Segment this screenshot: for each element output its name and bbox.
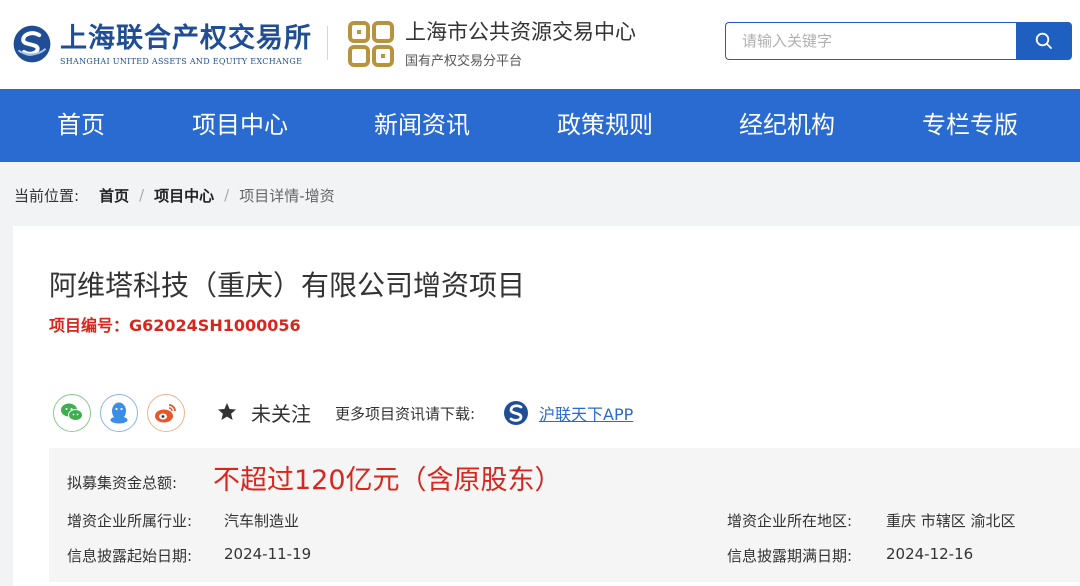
project-code: 项目编号：G62024SH1000056: [49, 316, 301, 335]
nav-item-project-center[interactable]: 项目中心: [192, 89, 288, 162]
search-icon: [1035, 32, 1052, 49]
search-input[interactable]: [725, 22, 1017, 60]
org-name-cn: 上海联合产权交易所: [60, 22, 312, 54]
nav-item-home[interactable]: 首页: [57, 89, 105, 162]
header-divider: [327, 26, 328, 60]
fund-amount-label: 拟募集资金总额:: [67, 474, 178, 492]
region-label: 增资企业所在地区:: [727, 512, 853, 530]
breadcrumb-home[interactable]: 首页: [99, 185, 129, 206]
platform-logo[interactable]: 上海市公共资源交易中心 国有产权交易分平台: [347, 16, 636, 72]
org-name-en: SHANGHAI UNITED ASSETS AND EQUITY EXCHAN…: [60, 56, 303, 66]
app-download-link[interactable]: 沪联天下APP: [503, 398, 633, 428]
main-nav: 首页 项目中心 新闻资讯 政策规则 经纪机构 专栏专版: [0, 89, 1080, 162]
app-download-label: 沪联天下APP: [539, 405, 634, 424]
follow-label: 未关注: [251, 401, 311, 426]
search-button[interactable]: [1016, 22, 1072, 60]
follow-button[interactable]: 未关注: [217, 396, 311, 428]
disclosure-start-label: 信息披露起始日期:: [67, 547, 193, 565]
sueex-logo-text: 上海联合产权交易所 SHANGHAI UNITED ASSETS AND EQU…: [60, 23, 312, 66]
breadcrumb-project-center[interactable]: 项目中心: [154, 185, 214, 206]
platform-logo-text: 上海市公共资源交易中心 国有产权交易分平台: [405, 19, 636, 69]
app-logo-icon: [504, 401, 528, 425]
platform-subtitle: 国有产权交易分平台: [405, 54, 523, 69]
project-title: 阿维塔科技（重庆）有限公司增资项目: [49, 269, 526, 302]
wechat-icon: [61, 403, 83, 421]
industry-value: 汽车制造业: [224, 512, 300, 530]
sueex-logo-mark-icon: [13, 25, 51, 63]
project-info-panel: 拟募集资金总额: 不超过120亿元（含原股东） 增资企业所属行业: 汽车制造业 …: [49, 448, 1080, 582]
share-weibo-button[interactable]: [147, 394, 185, 432]
breadcrumb-separator: /: [139, 186, 145, 204]
fund-amount-value: 不超过120亿元（含原股东）: [213, 465, 562, 496]
weibo-icon: [155, 404, 176, 423]
industry-label: 增资企业所属行业:: [67, 512, 193, 530]
nav-item-policy[interactable]: 政策规则: [557, 89, 653, 162]
breadcrumb-separator: /: [224, 186, 230, 204]
search-box: [725, 22, 1073, 60]
project-detail-card: 阿维塔科技（重庆）有限公司增资项目 项目编号：G62024SH1000056 未…: [13, 226, 1080, 586]
nav-item-columns[interactable]: 专栏专版: [922, 89, 1018, 162]
star-icon: [218, 403, 236, 420]
breadcrumb-current: 项目详情-增资: [239, 186, 335, 205]
disclosure-end-label: 信息披露期满日期:: [727, 547, 853, 565]
region-value: 重庆 市辖区 渝北区: [886, 512, 1016, 530]
nav-item-news[interactable]: 新闻资讯: [374, 89, 470, 162]
breadcrumb: 当前位置: 首页 / 项目中心 / 项目详情-增资: [14, 184, 335, 206]
site-header: 上海联合产权交易所 SHANGHAI UNITED ASSETS AND EQU…: [0, 0, 1080, 89]
disclosure-start-value: 2024-11-19: [224, 545, 312, 563]
share-qq-button[interactable]: [100, 394, 138, 432]
qq-icon: [110, 402, 128, 424]
app-download-hint: 更多项目资讯请下载:: [335, 405, 476, 423]
disclosure-end-value: 2024-12-16: [886, 545, 974, 563]
share-wechat-button[interactable]: [53, 394, 91, 432]
platform-title: 上海市公共资源交易中心: [405, 20, 636, 44]
sueex-logo[interactable]: 上海联合产权交易所 SHANGHAI UNITED ASSETS AND EQU…: [12, 14, 312, 74]
breadcrumb-prefix: 当前位置:: [14, 186, 80, 205]
platform-logo-mark-icon: [348, 21, 394, 67]
nav-item-brokers[interactable]: 经纪机构: [739, 89, 835, 162]
